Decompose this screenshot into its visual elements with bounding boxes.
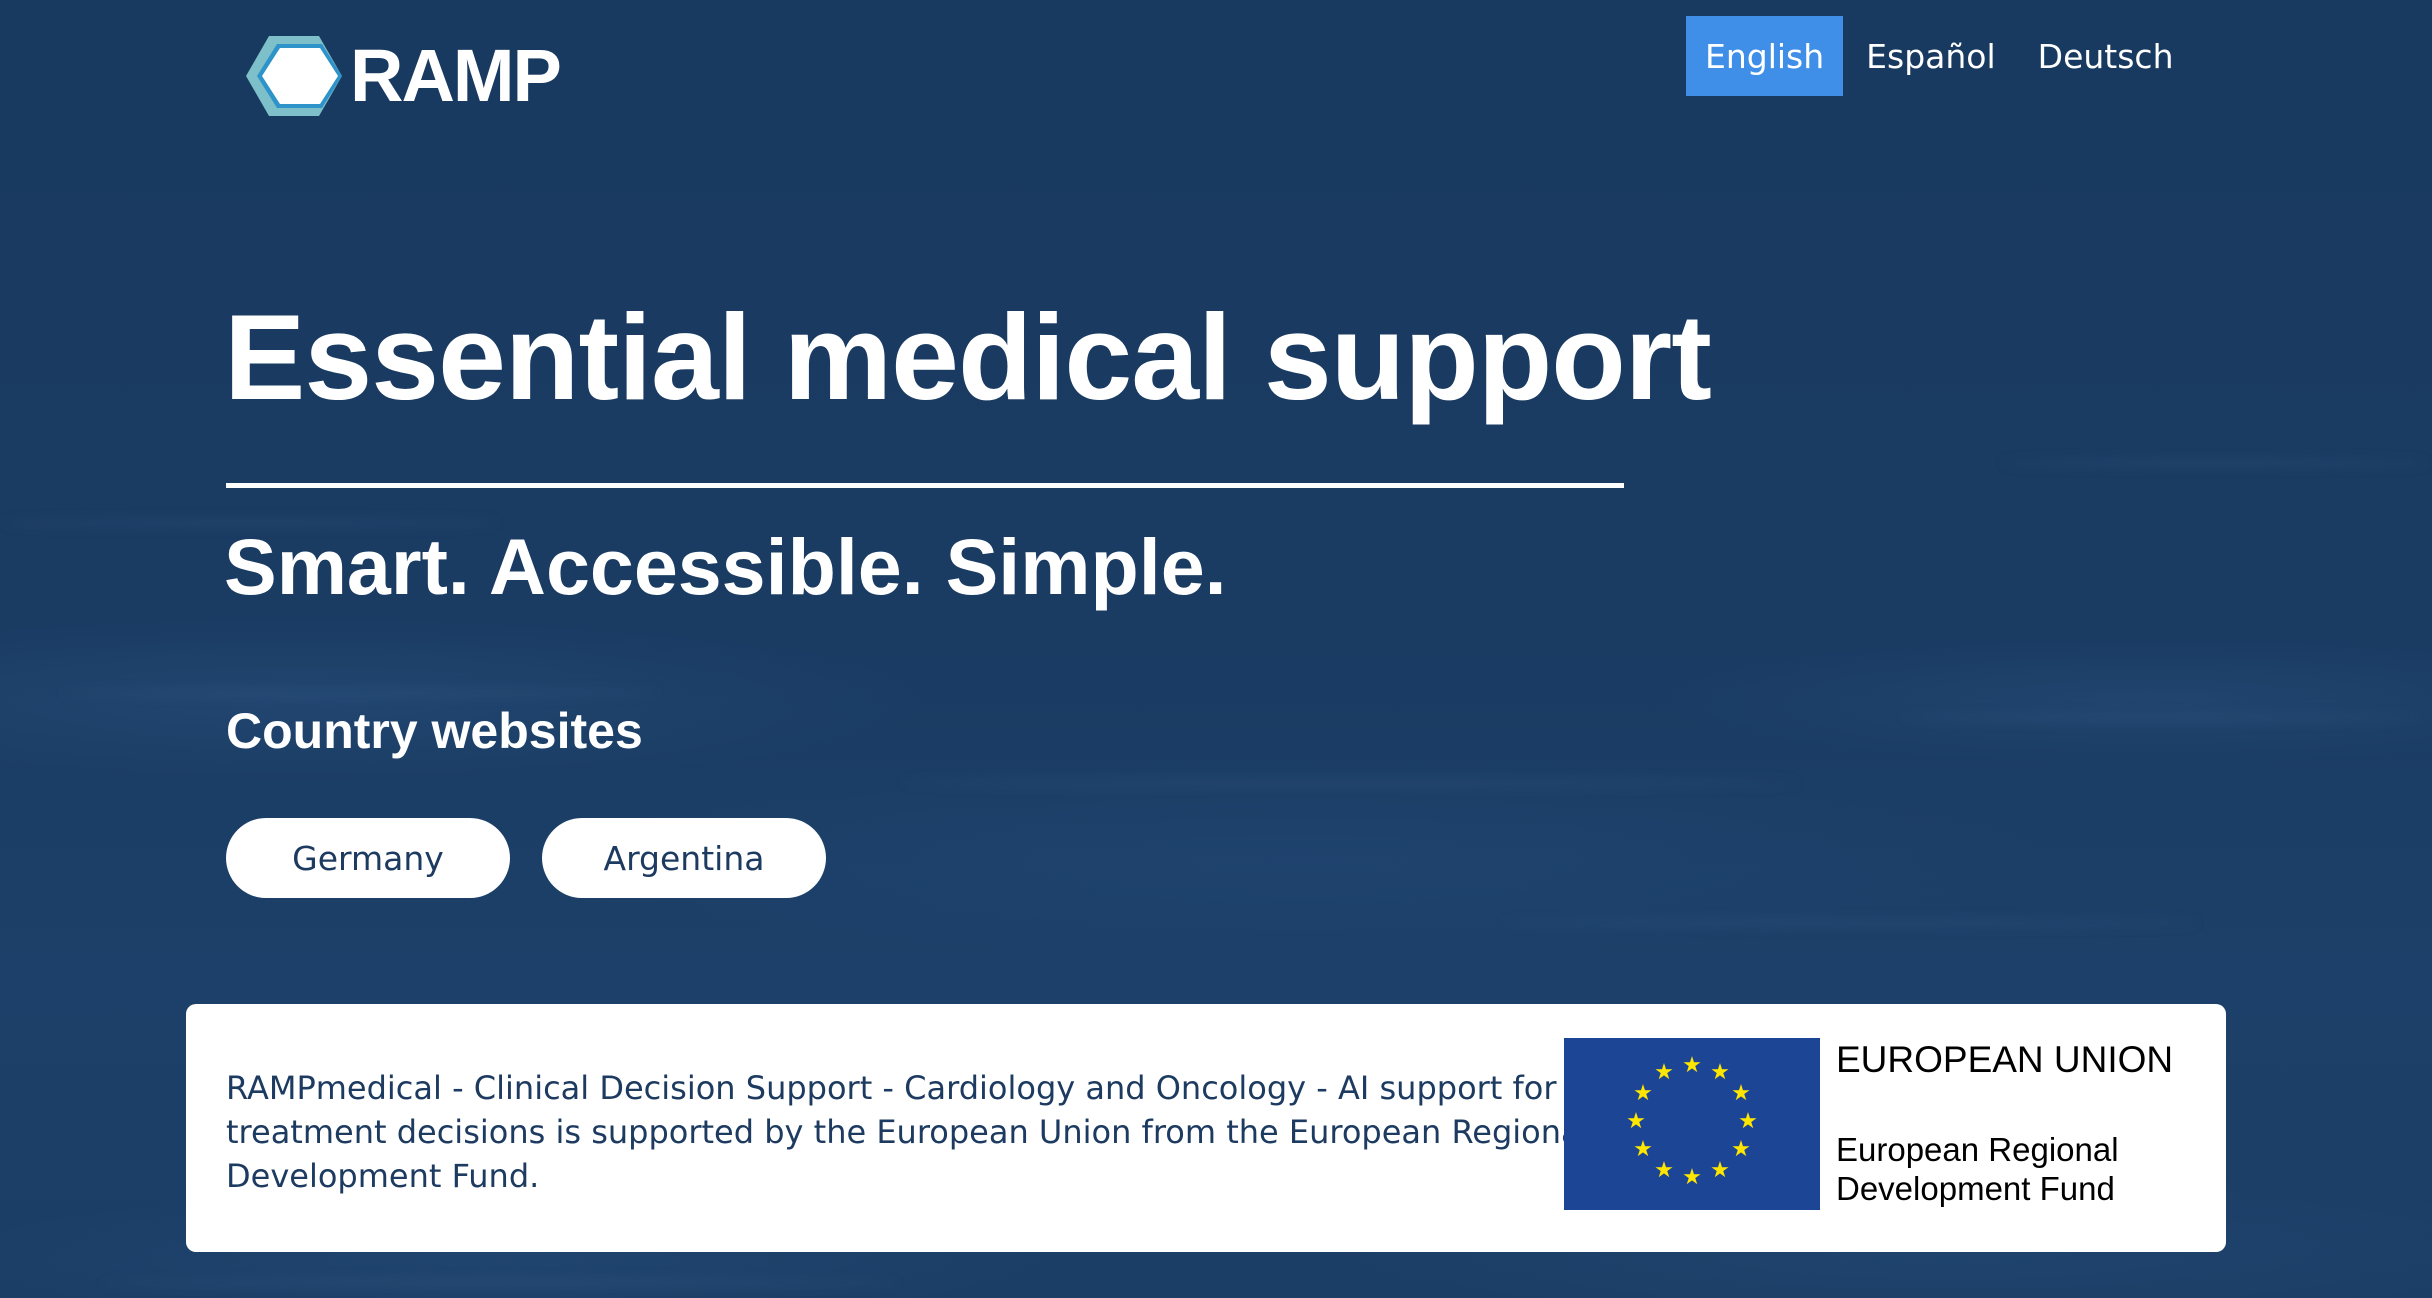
hero-divider [226, 483, 1624, 488]
svg-text:★: ★ [1633, 1137, 1653, 1162]
wave-decoration [1900, 715, 2420, 721]
svg-text:★: ★ [1710, 1158, 1730, 1183]
eu-flag-icon: ★ ★ ★ ★ ★ ★ ★ ★ ★ ★ ★ ★ [1564, 1038, 1820, 1210]
country-buttons: Germany Argentina [226, 818, 826, 898]
wave-decoration [60, 690, 660, 696]
country-websites-heading: Country websites [226, 703, 643, 759]
eu-stars: ★ ★ ★ ★ ★ ★ ★ ★ ★ ★ ★ ★ [1626, 1053, 1758, 1190]
eu-funding-text: RAMPmedical - Clinical Decision Support … [226, 1069, 1634, 1195]
country-button-germany[interactable]: Germany [226, 818, 510, 898]
language-deutsch[interactable]: Deutsch [2019, 16, 2193, 96]
eu-funding-notice: RAMPmedical - Clinical Decision Support … [186, 1004, 2226, 1252]
svg-text:★: ★ [1654, 1158, 1674, 1183]
eu-label-fund: European Regional Development Fund [1836, 1131, 2119, 1207]
svg-text:★: ★ [1682, 1053, 1702, 1078]
language-switcher: English Español Deutsch [1686, 16, 2193, 96]
language-espanol[interactable]: Español [1847, 16, 2015, 96]
wave-decoration [1500, 920, 2200, 926]
svg-text:★: ★ [1731, 1081, 1751, 1106]
svg-text:★: ★ [1654, 1060, 1674, 1085]
hero-title: Essential medical support [224, 289, 1712, 425]
language-english[interactable]: English [1686, 16, 1844, 96]
svg-text:★: ★ [1626, 1109, 1646, 1134]
svg-text:★: ★ [1633, 1081, 1653, 1106]
svg-text:★: ★ [1731, 1137, 1751, 1162]
hero-subtitle: Smart. Accessible. Simple. [224, 522, 1227, 611]
logo-link[interactable]: RAMP [244, 34, 562, 118]
svg-text:★: ★ [1682, 1165, 1702, 1190]
country-button-argentina[interactable]: Argentina [542, 818, 826, 898]
logo-text: RAMP [350, 34, 562, 117]
svg-text:★: ★ [1738, 1109, 1758, 1134]
wave-decoration [2000, 460, 2430, 466]
hexagon-logo-icon [244, 34, 344, 118]
eu-label-main: EUROPEAN UNION [1836, 1039, 2174, 1080]
wave-decoration [100, 1280, 900, 1286]
svg-text:★: ★ [1710, 1060, 1730, 1085]
wave-decoration [900, 780, 1800, 786]
